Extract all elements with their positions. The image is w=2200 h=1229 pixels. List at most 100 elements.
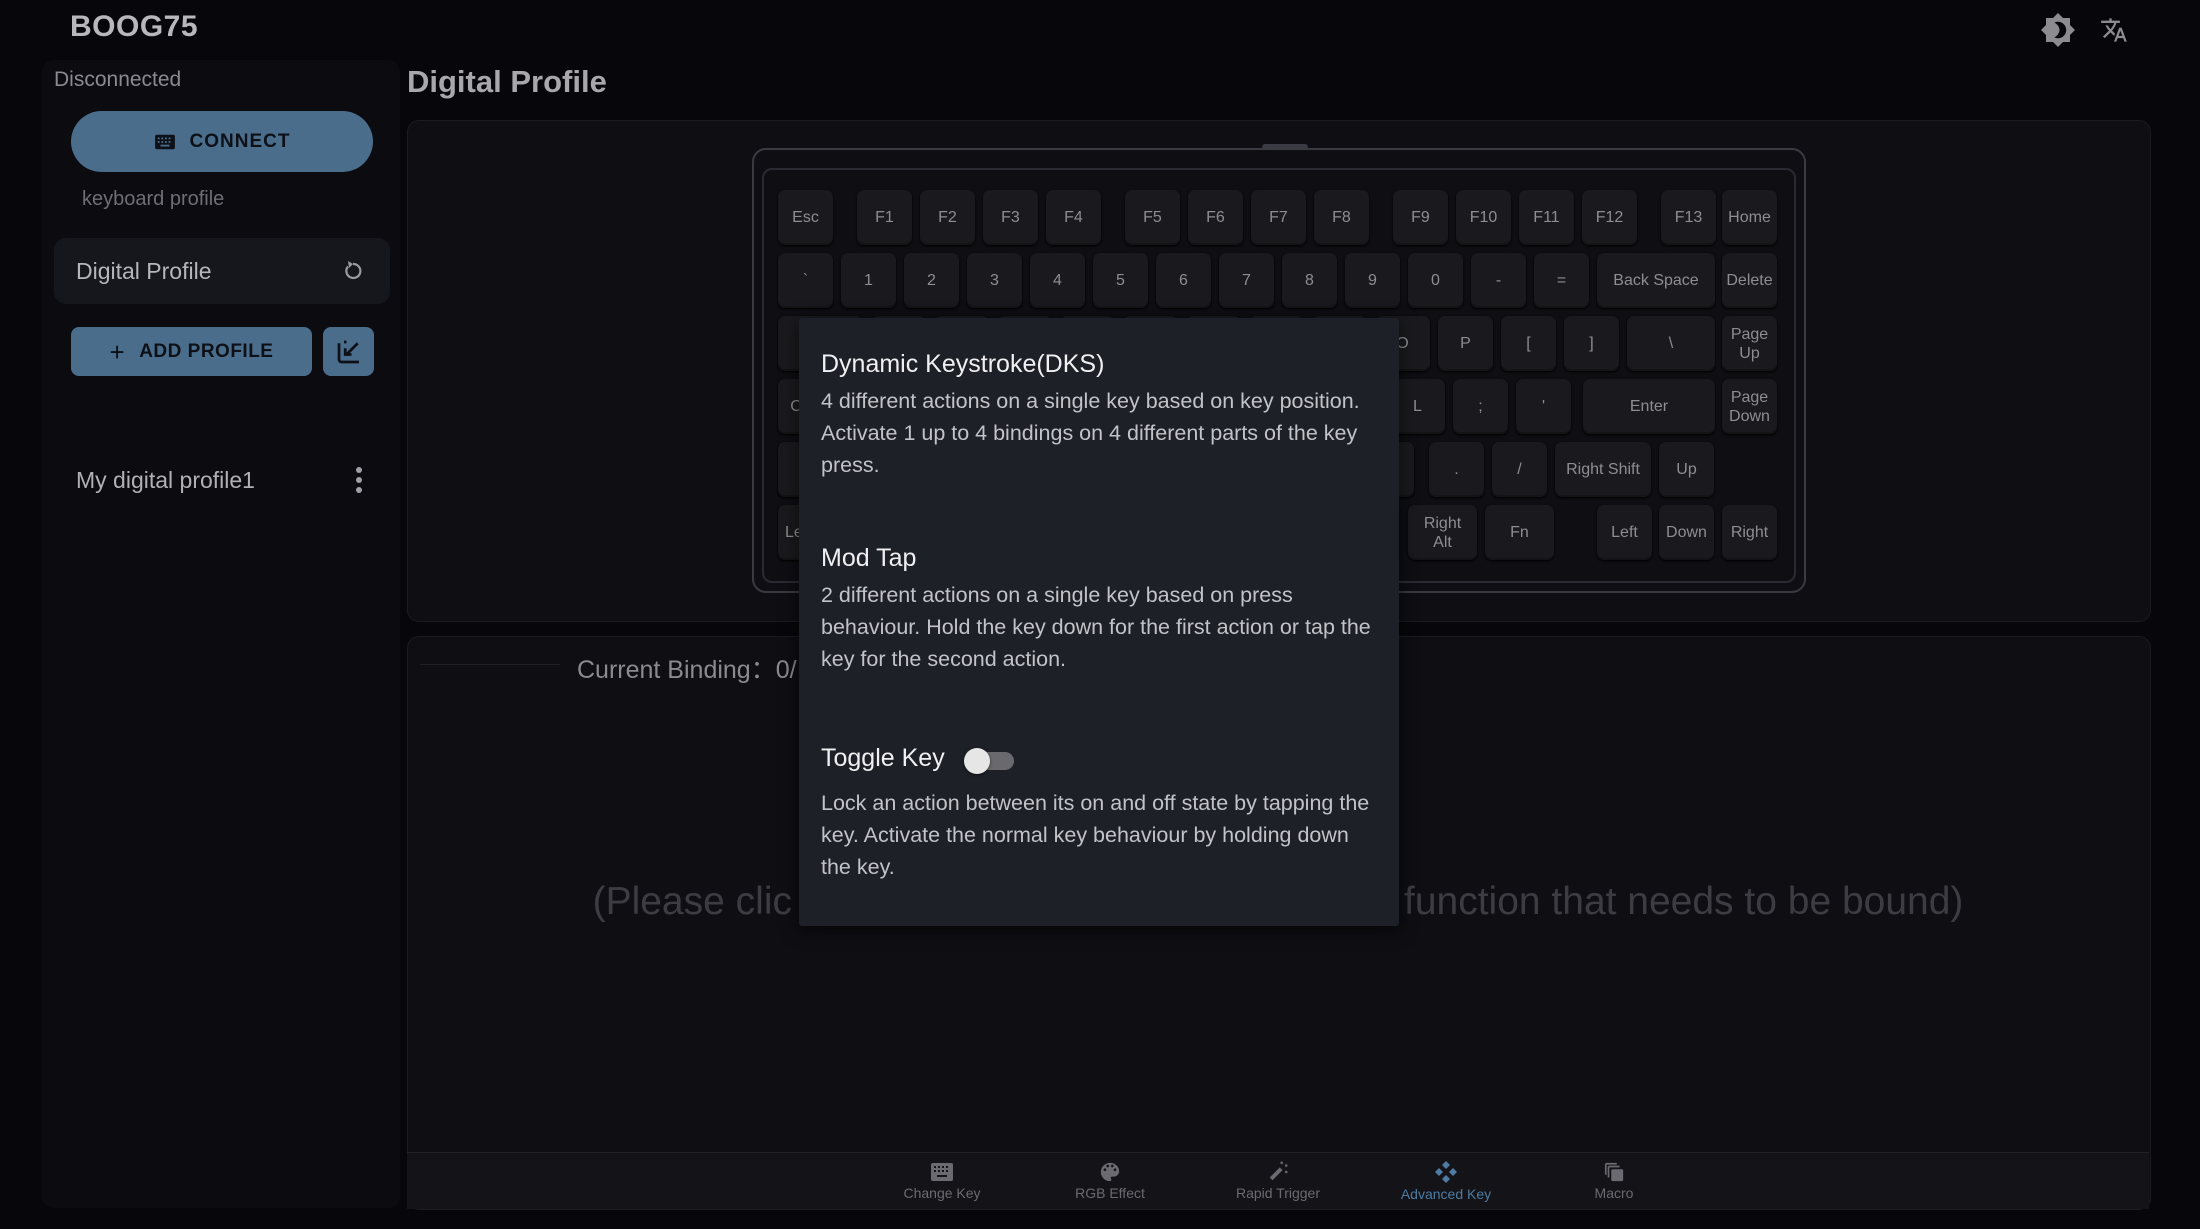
key-up[interactable]: Up — [1659, 442, 1714, 497]
key-[interactable]: ; — [1453, 379, 1508, 434]
key-f8[interactable]: F8 — [1314, 190, 1369, 245]
key-home[interactable]: Home — [1722, 190, 1777, 245]
key-down[interactable]: Down — [1659, 505, 1714, 560]
key-f12[interactable]: F12 — [1582, 190, 1637, 245]
option-title: Dynamic Keystroke(DKS) — [821, 350, 1105, 378]
nav-rgb-effect[interactable]: RGB Effect — [1026, 1161, 1194, 1201]
key-1[interactable]: 1 — [841, 253, 896, 308]
macro-icon — [1604, 1162, 1624, 1182]
key-[interactable]: ` — [778, 253, 833, 308]
key-8[interactable]: 8 — [1282, 253, 1337, 308]
hint-right: function that needs to be bound) — [1403, 880, 1964, 923]
key-6[interactable]: 6 — [1156, 253, 1211, 308]
nav-advanced-key[interactable]: Advanced Key — [1362, 1160, 1530, 1202]
key-right-shift[interactable]: Right Shift — [1555, 442, 1651, 497]
current-binding-label: Current Binding：0/ — [577, 656, 797, 684]
option-dks[interactable]: Dynamic Keystroke(DKS) 4 different actio… — [821, 350, 1381, 481]
key-left[interactable]: Left — [1597, 505, 1652, 560]
brightness-icon — [2041, 13, 2075, 47]
key-f10[interactable]: F10 — [1456, 190, 1511, 245]
key-[interactable]: - — [1471, 253, 1526, 308]
key-f2[interactable]: F2 — [920, 190, 975, 245]
connect-label: CONNECT — [189, 130, 291, 152]
key-[interactable]: [ — [1501, 316, 1556, 371]
profile-list-item[interactable]: My digital profile1 — [54, 450, 390, 510]
theme-toggle-button[interactable] — [2038, 10, 2078, 50]
key-[interactable]: ' — [1516, 379, 1571, 434]
active-profile-card[interactable]: Digital Profile — [54, 238, 390, 304]
key-p[interactable]: P — [1438, 316, 1493, 371]
bottom-nav: Change Key RGB Effect Rapid Trigger Adva… — [407, 1152, 2149, 1209]
option-title-row: Toggle Key — [821, 744, 1381, 775]
key-right-alt[interactable]: Right Alt — [1408, 505, 1477, 560]
keyboard-notch — [1262, 144, 1308, 150]
nav-change-key[interactable]: Change Key — [858, 1161, 1026, 1201]
nav-label: Advanced Key — [1400, 1186, 1492, 1202]
key-[interactable]: / — [1492, 442, 1547, 497]
key-[interactable]: \ — [1627, 316, 1715, 371]
option-title: Toggle Key — [821, 744, 945, 772]
key-f3[interactable]: F3 — [983, 190, 1038, 245]
key-f4[interactable]: F4 — [1046, 190, 1101, 245]
key-f9[interactable]: F9 — [1393, 190, 1448, 245]
key-f6[interactable]: F6 — [1188, 190, 1243, 245]
key-fn[interactable]: Fn — [1485, 505, 1554, 560]
reset-icon[interactable] — [340, 259, 364, 283]
key-back-space[interactable]: Back Space — [1597, 253, 1715, 308]
option-toggle-key[interactable]: Toggle Key Lock an action between its on… — [821, 744, 1381, 883]
divider — [420, 664, 560, 665]
key-delete[interactable]: Delete — [1722, 253, 1777, 308]
nav-label: Macro — [1594, 1185, 1634, 1201]
active-profile-name: Digital Profile — [76, 257, 212, 284]
nav-label: Rapid Trigger — [1235, 1185, 1321, 1201]
key-f5[interactable]: F5 — [1125, 190, 1180, 245]
key-3[interactable]: 3 — [967, 253, 1022, 308]
option-mod-tap[interactable]: Mod Tap 2 different actions on a single … — [821, 544, 1381, 675]
page-title: Digital Profile — [407, 64, 607, 99]
option-description: 2 different actions on a single key base… — [821, 583, 1371, 671]
key-f7[interactable]: F7 — [1251, 190, 1306, 245]
translate-icon — [2101, 18, 2127, 42]
key-[interactable]: ] — [1564, 316, 1619, 371]
key-0[interactable]: 0 — [1408, 253, 1463, 308]
key-f1[interactable]: F1 — [857, 190, 912, 245]
advanced-key-icon — [1435, 1161, 1457, 1183]
option-description: Lock an action between its on and off st… — [821, 791, 1370, 879]
key-7[interactable]: 7 — [1219, 253, 1274, 308]
key-page-down[interactable]: Page Down — [1722, 379, 1777, 434]
advanced-key-popup: Dynamic Keystroke(DKS) 4 different actio… — [799, 318, 1399, 926]
key-esc[interactable]: Esc — [778, 190, 833, 245]
nav-label: RGB Effect — [1075, 1185, 1145, 1201]
language-button[interactable] — [2094, 10, 2134, 50]
key-page-up[interactable]: Page Up — [1722, 316, 1777, 371]
key-[interactable]: = — [1534, 253, 1589, 308]
nav-rapid-trigger[interactable]: Rapid Trigger — [1194, 1161, 1362, 1201]
more-vertical-icon[interactable] — [354, 466, 364, 494]
key-4[interactable]: 4 — [1030, 253, 1085, 308]
key-enter[interactable]: Enter — [1583, 379, 1715, 434]
sidebar: Disconnected CONNECT keyboard profile Di… — [42, 60, 400, 1208]
key-f11[interactable]: F11 — [1519, 190, 1574, 245]
key-9[interactable]: 9 — [1345, 253, 1400, 308]
nav-macro[interactable]: Macro — [1530, 1161, 1698, 1201]
option-description: 4 different actions on a single key base… — [821, 389, 1360, 477]
import-icon — [337, 340, 359, 363]
plus-icon: + — [109, 336, 126, 367]
connection-status: Disconnected — [54, 68, 182, 91]
key-[interactable]: . — [1429, 442, 1484, 497]
key-f13[interactable]: F13 — [1661, 190, 1716, 245]
add-profile-button[interactable]: + ADD PROFILE — [71, 327, 312, 376]
keyboard-icon — [931, 1163, 953, 1181]
key-5[interactable]: 5 — [1093, 253, 1148, 308]
key-2[interactable]: 2 — [904, 253, 959, 308]
profile-name: My digital profile1 — [76, 466, 255, 493]
app-title: BOOG75 — [70, 10, 199, 43]
toggle-key-switch[interactable] — [963, 747, 1016, 775]
add-profile-label: ADD PROFILE — [139, 340, 274, 362]
connect-button[interactable]: CONNECT — [71, 111, 373, 172]
option-title: Mod Tap — [821, 544, 917, 572]
palette-icon — [1100, 1162, 1120, 1182]
import-profile-button[interactable] — [323, 327, 374, 376]
key-right[interactable]: Right — [1722, 505, 1777, 560]
hint-left: (Please clic — [592, 880, 792, 923]
